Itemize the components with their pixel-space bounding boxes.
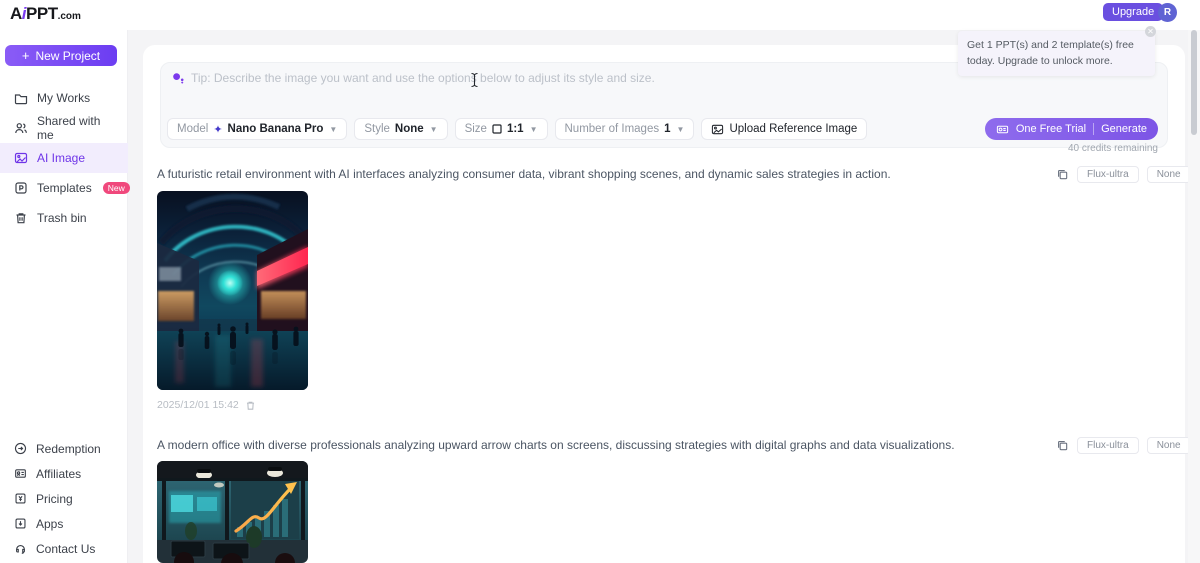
style-dropdown[interactable]: Style None ▼ xyxy=(354,118,447,140)
sidebar-item-affiliates[interactable]: Affiliates xyxy=(0,461,128,486)
result-controls: Flux-ultra None xyxy=(1056,437,1191,454)
chevron-down-icon: ▼ xyxy=(530,125,538,134)
model-dropdown[interactable]: Model ✦ Nano Banana Pro ▼ xyxy=(167,118,347,140)
style-label: Style xyxy=(364,123,390,135)
style-value: None xyxy=(395,123,424,135)
square-ratio-icon xyxy=(492,124,502,134)
chevron-down-icon: ▼ xyxy=(677,125,685,134)
new-project-button[interactable]: + New Project xyxy=(5,45,117,66)
free-trial-ticket-icon xyxy=(996,123,1009,136)
model-sparkle-icon: ✦ xyxy=(213,123,222,136)
logo-com: .com xyxy=(58,11,81,22)
plus-icon: + xyxy=(22,49,30,62)
result-controls: Flux-ultra None xyxy=(1056,166,1191,183)
scrollbar-thumb[interactable] xyxy=(1191,30,1197,135)
headset-icon xyxy=(14,542,27,555)
sidebar-item-shared-with-me[interactable]: Shared with me xyxy=(0,113,128,143)
count-value: 1 xyxy=(664,123,670,135)
prompt-input[interactable] xyxy=(191,71,1131,111)
style-tag[interactable]: None xyxy=(1147,166,1191,183)
sidebar-item-label: Trash bin xyxy=(37,211,87,225)
model-label: Model xyxy=(177,123,208,135)
sidebar-item-label: Affiliates xyxy=(36,467,81,481)
model-tag[interactable]: Flux-ultra xyxy=(1077,437,1139,454)
style-tag[interactable]: None xyxy=(1147,437,1191,454)
sidebar-nav: My Works Shared with me AI Image Templat… xyxy=(0,83,128,233)
sidebar: + New Project My Works Shared with me AI… xyxy=(0,30,128,563)
timestamp: 2025/12/01 15:42 xyxy=(157,399,239,411)
magic-sparkle-icon xyxy=(172,72,186,86)
generate-label: Generate xyxy=(1101,123,1147,135)
upload-label: Upload Reference Image xyxy=(729,123,857,135)
close-icon[interactable]: ✕ xyxy=(1145,26,1156,37)
result-meta: 2025/12/01 15:42 xyxy=(157,399,256,411)
template-icon xyxy=(14,181,28,195)
sidebar-item-templates[interactable]: Templates New xyxy=(0,173,128,203)
upgrade-button[interactable]: Upgrade xyxy=(1103,3,1163,21)
redeem-icon xyxy=(14,442,27,455)
size-value: 1:1 xyxy=(507,123,524,135)
result-prompt: A modern office with diverse professiona… xyxy=(157,438,1027,452)
page: AiPPT.com Upgrade R + New Project My Wor… xyxy=(0,0,1200,563)
avatar[interactable]: R xyxy=(1158,3,1177,22)
sidebar-item-label: Shared with me xyxy=(37,114,114,142)
logo-ppt: PPT xyxy=(26,4,58,23)
apps-download-icon xyxy=(14,517,27,530)
button-divider xyxy=(1093,123,1094,135)
affiliate-card-icon xyxy=(14,467,27,480)
generated-image[interactable] xyxy=(157,461,308,563)
chevron-down-icon: ▼ xyxy=(329,125,337,134)
top-header: AiPPT.com Upgrade R xyxy=(0,0,1200,30)
upload-reference-button[interactable]: Upload Reference Image xyxy=(701,118,867,140)
upload-image-icon xyxy=(711,123,724,136)
copy-icon[interactable] xyxy=(1056,439,1069,452)
logo-a: A xyxy=(10,4,22,23)
sidebar-item-label: Apps xyxy=(36,517,63,531)
sidebar-item-label: Redemption xyxy=(36,442,101,456)
sidebar-item-label: Contact Us xyxy=(36,542,95,556)
generated-image[interactable] xyxy=(157,191,308,390)
size-dropdown[interactable]: Size 1:1 ▼ xyxy=(455,118,548,140)
delete-icon[interactable] xyxy=(245,400,256,411)
sidebar-item-ai-image[interactable]: AI Image xyxy=(0,143,128,173)
promo-tooltip: Get 1 PPT(s) and 2 template(s) free toda… xyxy=(958,31,1155,76)
sidebar-item-label: AI Image xyxy=(37,151,85,165)
sidebar-item-my-works[interactable]: My Works xyxy=(0,83,128,113)
sidebar-item-contact-us[interactable]: Contact Us xyxy=(0,536,128,561)
sidebar-footer: Redemption Affiliates Pricing Apps Conta… xyxy=(0,436,128,561)
free-trial-label: One Free Trial xyxy=(1016,123,1086,135)
new-badge: New xyxy=(103,182,130,194)
model-tag[interactable]: Flux-ultra xyxy=(1077,166,1139,183)
generate-button[interactable]: One Free Trial Generate xyxy=(985,118,1158,140)
ai-image-icon xyxy=(14,151,28,165)
chevron-down-icon: ▼ xyxy=(430,125,438,134)
model-value: Nano Banana Pro xyxy=(228,123,324,135)
folder-icon xyxy=(14,91,28,105)
count-label: Number of Images xyxy=(565,123,660,135)
composer-options: Model ✦ Nano Banana Pro ▼ Style None ▼ S… xyxy=(167,118,867,140)
sidebar-item-pricing[interactable]: Pricing xyxy=(0,486,128,511)
sidebar-item-redemption[interactable]: Redemption xyxy=(0,436,128,461)
sidebar-item-apps[interactable]: Apps xyxy=(0,511,128,536)
sidebar-item-trash-bin[interactable]: Trash bin xyxy=(0,203,128,233)
sidebar-item-label: My Works xyxy=(37,91,90,105)
copy-icon[interactable] xyxy=(1056,168,1069,181)
pricing-icon xyxy=(14,492,27,505)
credits-remaining: 40 credits remaining xyxy=(1068,143,1158,154)
brand-logo[interactable]: AiPPT.com xyxy=(10,4,81,24)
trash-icon xyxy=(14,211,28,225)
people-icon xyxy=(14,121,28,135)
new-project-label: New Project xyxy=(35,49,100,63)
result-prompt: A futuristic retail environment with AI … xyxy=(157,167,1027,181)
size-label: Size xyxy=(465,123,487,135)
sidebar-item-label: Templates xyxy=(37,181,92,195)
image-count-dropdown[interactable]: Number of Images 1 ▼ xyxy=(555,118,695,140)
sidebar-item-label: Pricing xyxy=(36,492,73,506)
